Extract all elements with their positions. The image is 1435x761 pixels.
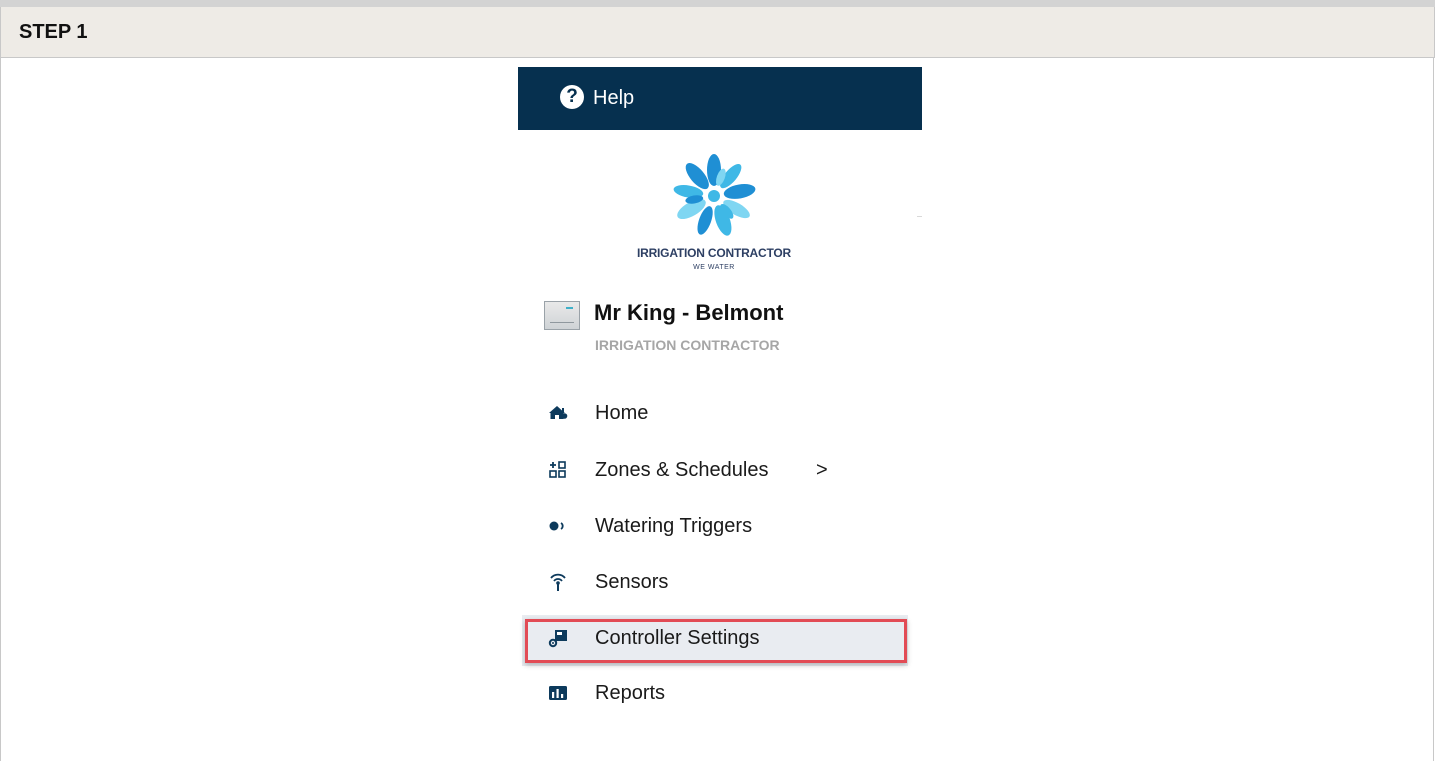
nav-item-watering-triggers[interactable]: Watering Triggers	[518, 506, 922, 546]
company-logo: IRRIGATION CONTRACTOR WE WATER	[618, 148, 810, 282]
help-label[interactable]: Help	[593, 87, 634, 110]
sensor-antenna-icon	[550, 573, 566, 591]
frame-border-right	[1433, 58, 1434, 761]
sidebar-panel: ? Help IRRIGATION CONTRACTOR WE WATER Mr…	[518, 67, 922, 751]
nav-item-zones-schedules[interactable]: Zones & Schedules >	[518, 450, 922, 490]
highlight-annotation-box	[525, 619, 907, 663]
top-strip	[0, 0, 1435, 7]
triggers-icon	[549, 521, 564, 531]
step-title: STEP 1	[19, 21, 88, 43]
logo-title: IRRIGATION CONTRACTOR	[636, 246, 791, 260]
nav-label-zones-schedules: Zones & Schedules	[595, 459, 769, 481]
nav-label-watering-triggers: Watering Triggers	[595, 515, 753, 537]
home-icon	[549, 406, 568, 419]
reports-icon	[549, 686, 567, 700]
nav-label-home: Home	[595, 402, 649, 424]
controller-device-icon	[544, 301, 580, 330]
divider-tick	[917, 216, 922, 217]
chevron-right-icon[interactable]: >	[816, 459, 828, 482]
nav-item-home[interactable]: Home	[518, 393, 922, 433]
help-bar[interactable]: ? Help	[518, 67, 922, 130]
help-circle-icon[interactable]: ?	[560, 85, 584, 109]
nav-label-reports: Reports	[595, 682, 666, 704]
controller-name[interactable]: Mr King - Belmont	[594, 300, 783, 326]
step-header: STEP 1	[0, 7, 1435, 58]
logo-tagline: WE WATER	[693, 264, 735, 271]
zones-icon	[549, 461, 566, 478]
controller-owner: IRRIGATION CONTRACTOR	[595, 337, 780, 353]
nav-label-sensors: Sensors	[595, 571, 669, 593]
nav-item-reports[interactable]: Reports	[518, 673, 922, 713]
water-splash-logo-icon	[673, 154, 756, 236]
nav-item-sensors[interactable]: Sensors	[518, 562, 922, 602]
frame-border-left	[0, 58, 1, 761]
